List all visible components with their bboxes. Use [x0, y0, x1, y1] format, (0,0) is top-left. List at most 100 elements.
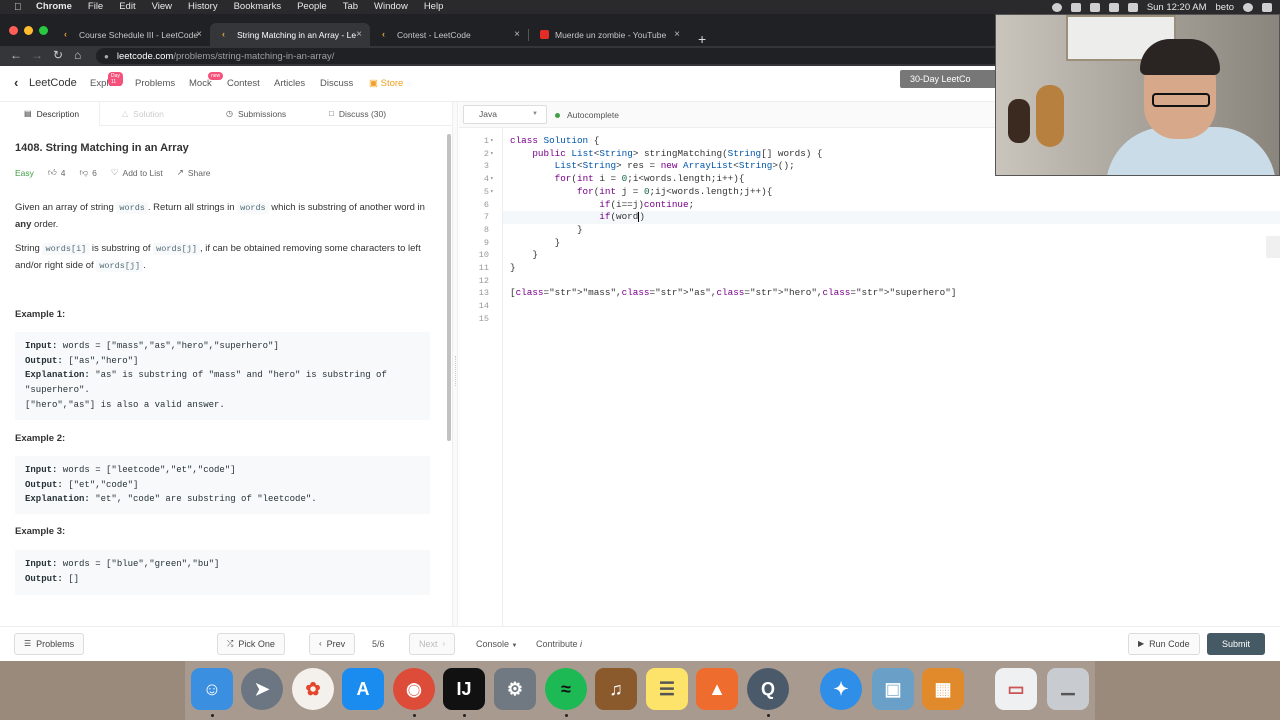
run-code-button[interactable]: ▶ Run Code: [1128, 633, 1200, 655]
code-line[interactable]: }: [510, 224, 583, 237]
pick-one-button[interactable]: ⤮ Pick One: [217, 633, 285, 655]
siri-icon[interactable]: [1243, 2, 1253, 12]
promo-banner[interactable]: 30-Day LeetCo: [900, 70, 1000, 88]
fold-icon[interactable]: ▾: [490, 148, 494, 161]
share-button[interactable]: ↗ Share: [177, 167, 211, 178]
menu-edit[interactable]: Edit: [111, 0, 143, 14]
minimize-window-button[interactable]: [24, 26, 33, 35]
menu-window[interactable]: Window: [366, 0, 416, 14]
tab-discuss[interactable]: □ Discuss (30): [329, 102, 386, 126]
nav-explore[interactable]: Explore Day 11: [90, 72, 123, 89]
intellij-icon[interactable]: IJ: [443, 668, 485, 710]
screenshot-icon[interactable]: ▭: [995, 668, 1037, 710]
home-icon[interactable]: ⌂: [74, 48, 81, 62]
notes-icon[interactable]: ☰: [646, 668, 688, 710]
close-tab-icon[interactable]: ×: [196, 29, 202, 40]
preview-icon[interactable]: ▣: [872, 668, 914, 710]
app-store-icon[interactable]: A: [342, 668, 384, 710]
battery-icon[interactable]: [1127, 2, 1138, 12]
fold-icon[interactable]: ▾: [490, 135, 494, 148]
next-button[interactable]: Next ›: [409, 633, 456, 655]
nav-store[interactable]: ▣ Store: [369, 78, 403, 89]
code-line[interactable]: }: [510, 249, 538, 262]
trash-icon[interactable]: ⚊: [1047, 668, 1089, 710]
menu-bookmarks[interactable]: Bookmarks: [226, 0, 290, 14]
nav-mock[interactable]: Mock new: [189, 72, 224, 89]
menu-people[interactable]: People: [289, 0, 335, 14]
record-icon[interactable]: [1051, 2, 1062, 12]
like-button[interactable]: 👍︎ 4: [48, 167, 66, 178]
code-line[interactable]: if(word): [510, 211, 645, 224]
menu-help[interactable]: Help: [416, 0, 452, 14]
menu-view[interactable]: View: [144, 0, 180, 14]
reload-icon[interactable]: ↻: [53, 48, 63, 62]
description-scrollbar[interactable]: [447, 134, 451, 441]
code-line[interactable]: class Solution {: [510, 135, 599, 148]
leetcode-logo[interactable]: ‹ LeetCode: [14, 76, 77, 90]
tab-youtube[interactable]: Muerde un zombie - YouTube ×: [528, 23, 688, 46]
nav-contest[interactable]: Contest: [227, 78, 260, 89]
code-line[interactable]: }: [510, 237, 561, 250]
code-editor[interactable]: 1 ▾ 2 ▾ 3 4 ▾ 5 ▾ 6 7 8 9 10 11 12 13 14 15 class Solution…: [459, 128, 1280, 626]
contribute-button[interactable]: Contribute i: [536, 633, 582, 655]
tab-string-matching[interactable]: ‹ String Matching in an Array - Le ×: [210, 23, 370, 46]
menu-chrome[interactable]: Chrome: [28, 0, 80, 14]
apple-icon[interactable]: : [14, 2, 28, 13]
close-tab-icon[interactable]: ×: [356, 29, 362, 40]
chrome-icon[interactable]: ◉: [393, 668, 435, 710]
garageband-icon[interactable]: ♫: [595, 668, 637, 710]
spotify-icon[interactable]: ≈: [545, 668, 587, 710]
code-line[interactable]: for(int i = 0;i<words.length;i++){: [510, 173, 745, 186]
prev-button[interactable]: ‹ Prev: [309, 633, 356, 655]
tab-description[interactable]: ▤ Description: [0, 102, 100, 126]
menu-tab[interactable]: Tab: [335, 0, 366, 14]
add-to-list-button[interactable]: ♡ Add to List: [111, 167, 163, 178]
user-name[interactable]: beto: [1216, 2, 1235, 13]
forward-icon[interactable]: →: [31, 48, 43, 62]
problems-list-button[interactable]: ☰ Problems: [14, 633, 85, 655]
fold-icon[interactable]: ▾: [490, 186, 494, 199]
code-line[interactable]: [class="str">"mass",class="str">"as",cla…: [510, 287, 956, 300]
control-center-icon[interactable]: [1262, 2, 1272, 12]
finder-icon[interactable]: ☺: [191, 668, 233, 710]
fold-icon[interactable]: ▾: [490, 173, 494, 186]
tab-solution[interactable]: △ Solution: [122, 102, 164, 126]
close-window-button[interactable]: [9, 26, 18, 35]
back-icon[interactable]: ←: [10, 48, 22, 62]
wifi-icon[interactable]: [1089, 2, 1100, 12]
close-tab-icon[interactable]: ×: [674, 29, 680, 40]
settings-tab[interactable]: [1266, 236, 1280, 258]
zoom-window-button[interactable]: [39, 26, 48, 35]
code-line[interactable]: public List<String> stringMatching(Strin…: [510, 148, 822, 161]
calculator-icon[interactable]: ▦: [922, 668, 964, 710]
close-tab-icon[interactable]: ×: [514, 29, 520, 40]
tab-contest[interactable]: ‹ Contest - LeetCode ×: [370, 23, 529, 46]
code-line[interactable]: for(int j = 0;ij<words.length;j++){: [510, 186, 772, 199]
safari-icon[interactable]: ✦: [820, 668, 862, 710]
nav-articles[interactable]: Articles: [274, 78, 305, 89]
submit-button[interactable]: Submit: [1207, 633, 1265, 655]
nav-problems[interactable]: Problems: [135, 78, 175, 89]
mindnode-icon[interactable]: ▲: [696, 668, 738, 710]
new-tab-icon[interactable]: +: [698, 31, 706, 47]
code-line[interactable]: List<String> res = new ArrayList<String>…: [510, 160, 795, 173]
volume-icon[interactable]: [1108, 2, 1119, 12]
language-select[interactable]: Java ▼: [463, 105, 547, 124]
nav-discuss[interactable]: Discuss: [320, 78, 353, 89]
clock[interactable]: Sun 12:20 AM: [1147, 2, 1207, 13]
system-preferences-icon[interactable]: ⚙: [494, 668, 536, 710]
launchpad-icon[interactable]: ➤: [241, 668, 283, 710]
console-toggle[interactable]: Console ▼: [476, 633, 518, 657]
bluetooth-icon[interactable]: [1070, 2, 1081, 12]
pane-splitter[interactable]: [452, 102, 458, 661]
tab-submissions[interactable]: ◷ Submissions: [226, 102, 286, 126]
quicktime-icon[interactable]: Q: [747, 668, 789, 710]
autocomplete-toggle[interactable]: Autocomplete: [555, 102, 619, 128]
tab-course-schedule[interactable]: ‹ Course Schedule III - LeetCode ×: [52, 23, 211, 46]
photos-icon[interactable]: ✿: [292, 668, 334, 710]
dislike-button[interactable]: 👎︎ 6: [80, 167, 97, 178]
code-line[interactable]: }: [510, 262, 516, 275]
code-line[interactable]: if(i==j)continue;: [510, 199, 694, 212]
menu-history[interactable]: History: [180, 0, 226, 14]
menu-file[interactable]: File: [80, 0, 111, 14]
